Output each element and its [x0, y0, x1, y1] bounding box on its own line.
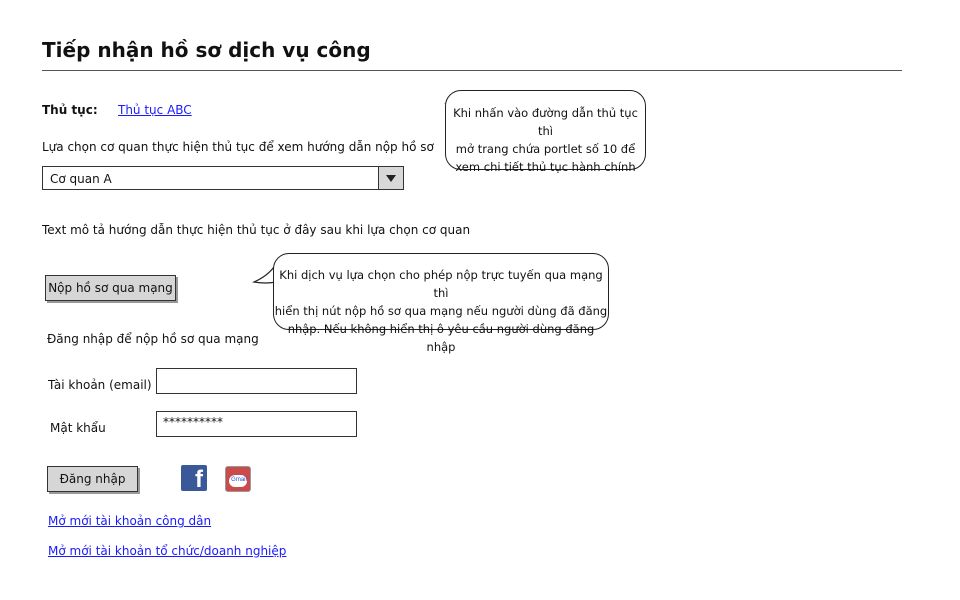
agency-select-value: Cơ quan A	[50, 172, 112, 186]
procedure-note-bubble: Khi nhấn vào đường dẫn thủ tục thì mở tr…	[445, 90, 646, 174]
note-line: Khi nhấn vào đường dẫn thủ tục thì	[453, 106, 638, 138]
agency-prompt: Lựa chọn cơ quan thực hiện thủ tục để xe…	[42, 140, 434, 154]
page-title: Tiếp nhận hồ sơ dịch vụ công	[42, 38, 371, 62]
facebook-icon[interactable]: f	[181, 465, 207, 491]
note-line: Khi dịch vụ lựa chọn cho phép nộp trực t…	[279, 268, 603, 300]
login-heading: Đăng nhập để nộp hồ sơ qua mạng	[47, 332, 259, 346]
gmail-icon[interactable]: Gmail	[225, 466, 251, 492]
submit-note-bubble: Khi dịch vụ lựa chọn cho phép nộp trực t…	[273, 253, 609, 354]
facebook-logo-letter: f	[195, 466, 203, 491]
register-organization-link[interactable]: Mở mới tài khoản tổ chức/doanh nghiệp	[48, 544, 286, 558]
email-field[interactable]	[156, 368, 357, 394]
submit-online-button[interactable]: Nộp hồ sơ qua mạng	[45, 275, 176, 301]
procedure-link[interactable]: Thủ tục ABC	[118, 103, 192, 117]
note-line: nhập. Nếu không hiển thị ô yêu cầu người…	[287, 322, 595, 354]
note-line: mở trang chứa portlet số 10 để	[455, 142, 636, 156]
chevron-down-icon[interactable]	[378, 167, 403, 189]
password-field[interactable]: **********	[156, 411, 357, 437]
description-text: Text mô tả hướng dẫn thực hiện thủ tục ở…	[42, 223, 471, 237]
procedure-label: Thủ tục:	[42, 103, 98, 117]
account-label: Tài khoản (email)	[48, 378, 152, 392]
login-button[interactable]: Đăng nhập	[47, 466, 138, 492]
note-line: xem chi tiết thủ tục hành chính	[455, 160, 636, 174]
gmail-logo-text: Gmail	[231, 477, 247, 483]
password-label: Mật khẩu	[50, 421, 106, 435]
title-divider	[42, 70, 902, 71]
note-line: hiển thị nút nộp hồ sơ qua mạng nếu ngườ…	[274, 304, 608, 318]
register-citizen-link[interactable]: Mở mới tài khoản công dân	[48, 514, 211, 528]
agency-select[interactable]: Cơ quan A	[42, 166, 404, 190]
